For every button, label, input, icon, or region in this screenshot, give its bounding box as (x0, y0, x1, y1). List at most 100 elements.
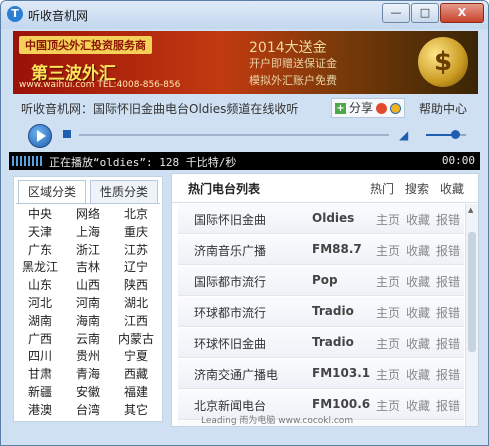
favorite-link[interactable]: 收藏 (406, 242, 430, 259)
weibo-icon[interactable] (376, 102, 388, 114)
region-item[interactable]: 海南 (64, 313, 112, 331)
homepage-link[interactable]: 主页 (376, 273, 400, 290)
region-item[interactable]: 辽宁 (112, 259, 160, 277)
tab-type[interactable]: 性质分类 (90, 180, 158, 203)
tab-favorites[interactable]: 收藏 (440, 180, 464, 197)
region-item[interactable]: 贵州 (64, 348, 112, 366)
homepage-link[interactable]: 主页 (376, 242, 400, 259)
region-item[interactable]: 吉林 (64, 259, 112, 277)
homepage-link[interactable]: 主页 (376, 366, 400, 383)
region-item[interactable]: 港澳 (16, 402, 64, 420)
favorite-link[interactable]: 收藏 (406, 304, 430, 321)
region-item[interactable]: 山西 (64, 277, 112, 295)
volume-slider[interactable] (426, 130, 466, 139)
region-item[interactable]: 重庆 (112, 224, 160, 242)
scroll-up-icon[interactable]: ▲ (468, 206, 473, 214)
progress-track[interactable] (79, 134, 389, 136)
region-item[interactable]: 湖南 (16, 313, 64, 331)
station-name[interactable]: 环球怀旧金曲 (194, 335, 266, 352)
region-item[interactable]: 福建 (112, 384, 160, 402)
ad-banner[interactable]: 中国顶尖外汇投资服务商 第三波外汇 www.waihui.com TEL:400… (13, 31, 478, 94)
region-item[interactable]: 内蒙古 (112, 331, 160, 349)
report-link[interactable]: 报错 (436, 335, 460, 352)
report-link[interactable]: 报错 (436, 242, 460, 259)
station-frequency: FM88.7 (312, 242, 362, 256)
station-row[interactable]: 国际怀旧金曲 Oldies 主页 收藏 报错 (178, 204, 464, 234)
station-name[interactable]: 国际怀旧金曲 (194, 211, 266, 228)
station-row[interactable]: 济南交通广播电 FM103.1 主页 收藏 报错 (178, 359, 464, 389)
region-item[interactable]: 广东 (16, 242, 64, 260)
homepage-link[interactable]: 主页 (376, 211, 400, 228)
region-item[interactable]: 浙江 (64, 242, 112, 260)
signal-bars-icon (12, 156, 42, 166)
favorite-link[interactable]: 收藏 (406, 335, 430, 352)
region-item[interactable]: 江苏 (112, 242, 160, 260)
tab-search[interactable]: 搜索 (405, 180, 429, 197)
station-row[interactable]: 环球都市流行 Tradio 主页 收藏 报错 (178, 297, 464, 327)
report-link[interactable]: 报错 (436, 273, 460, 290)
region-item[interactable]: 天津 (16, 224, 64, 242)
banner-contact: www.waihui.com TEL:4008-856-856 (19, 80, 181, 90)
region-item[interactable]: 新疆 (16, 384, 64, 402)
region-item[interactable]: 安徽 (64, 384, 112, 402)
homepage-link[interactable]: 主页 (376, 397, 400, 414)
region-item[interactable]: 台湾 (64, 402, 112, 420)
station-name[interactable]: 北京新闻电台 (194, 397, 266, 414)
favorite-link[interactable]: 收藏 (406, 397, 430, 414)
region-item[interactable]: 湖北 (112, 295, 160, 313)
station-row[interactable]: 环球怀旧金曲 Tradio 主页 收藏 报错 (178, 328, 464, 358)
homepage-link[interactable]: 主页 (376, 304, 400, 321)
region-item[interactable]: 云南 (64, 331, 112, 349)
favorite-link[interactable]: 收藏 (406, 211, 430, 228)
region-item[interactable]: 黑龙江 (16, 259, 64, 277)
station-row[interactable]: 国际都市流行 Pop 主页 收藏 报错 (178, 266, 464, 296)
region-item[interactable]: 四川 (16, 348, 64, 366)
region-item[interactable]: 上海 (64, 224, 112, 242)
region-item[interactable]: 河北 (16, 295, 64, 313)
station-name[interactable]: 国际都市流行 (194, 273, 266, 290)
region-item[interactable]: 广西 (16, 331, 64, 349)
region-item[interactable]: 其它 (112, 402, 160, 420)
favorite-link[interactable]: 收藏 (406, 366, 430, 383)
tab-hot[interactable]: 热门 (370, 180, 394, 197)
region-item[interactable]: 江西 (112, 313, 160, 331)
station-name[interactable]: 环球都市流行 (194, 304, 266, 321)
homepage-link[interactable]: 主页 (376, 335, 400, 352)
region-item[interactable]: 河南 (64, 295, 112, 313)
qq-icon[interactable] (390, 102, 402, 114)
region-item[interactable]: 陕西 (112, 277, 160, 295)
region-item[interactable]: 甘肃 (16, 366, 64, 384)
maximize-button[interactable]: □ (411, 3, 439, 23)
region-item[interactable]: 中央 (16, 206, 64, 224)
region-item[interactable]: 网络 (64, 206, 112, 224)
close-button[interactable]: X (440, 3, 484, 23)
region-item[interactable]: 北京 (112, 206, 160, 224)
region-item[interactable]: 青海 (64, 366, 112, 384)
station-row[interactable]: 济南音乐广播 FM88.7 主页 收藏 报错 (178, 235, 464, 265)
status-bar: 正在播放“oldies”: 128 千比特/秒 00:00 (9, 152, 480, 170)
tab-region[interactable]: 区域分类 (18, 180, 86, 203)
station-scrollbar[interactable]: ▲ (465, 204, 478, 426)
play-button[interactable] (28, 124, 52, 148)
scroll-thumb[interactable] (468, 232, 476, 352)
favorite-link[interactable]: 收藏 (406, 273, 430, 290)
station-frequency: Pop (312, 273, 338, 287)
report-link[interactable]: 报错 (436, 366, 460, 383)
minimize-button[interactable]: — (382, 3, 410, 23)
volume-knob[interactable] (451, 130, 460, 139)
report-link[interactable]: 报错 (436, 397, 460, 414)
station-name[interactable]: 济南音乐广播 (194, 242, 266, 259)
share-button[interactable]: + 分享 (331, 98, 406, 118)
station-frequency: FM103.1 (312, 366, 371, 380)
region-item[interactable]: 山东 (16, 277, 64, 295)
station-name[interactable]: 济南交通广播电 (194, 366, 278, 383)
region-item[interactable]: 西藏 (112, 366, 160, 384)
report-link[interactable]: 报错 (436, 304, 460, 321)
help-center-link[interactable]: 帮助中心 (419, 100, 467, 117)
stop-button[interactable] (63, 130, 71, 138)
category-tabs: 区域分类 性质分类 (18, 180, 158, 203)
region-item[interactable]: 宁夏 (112, 348, 160, 366)
report-link[interactable]: 报错 (436, 211, 460, 228)
speaker-icon[interactable]: ◢ (399, 128, 413, 142)
region-grid: 中央 网络 北京天津 上海 重庆广东 浙江 江苏黑龙江 吉林 辽宁山东 山西 陕西河北 河南 湖北湖南海… (16, 203, 160, 420)
